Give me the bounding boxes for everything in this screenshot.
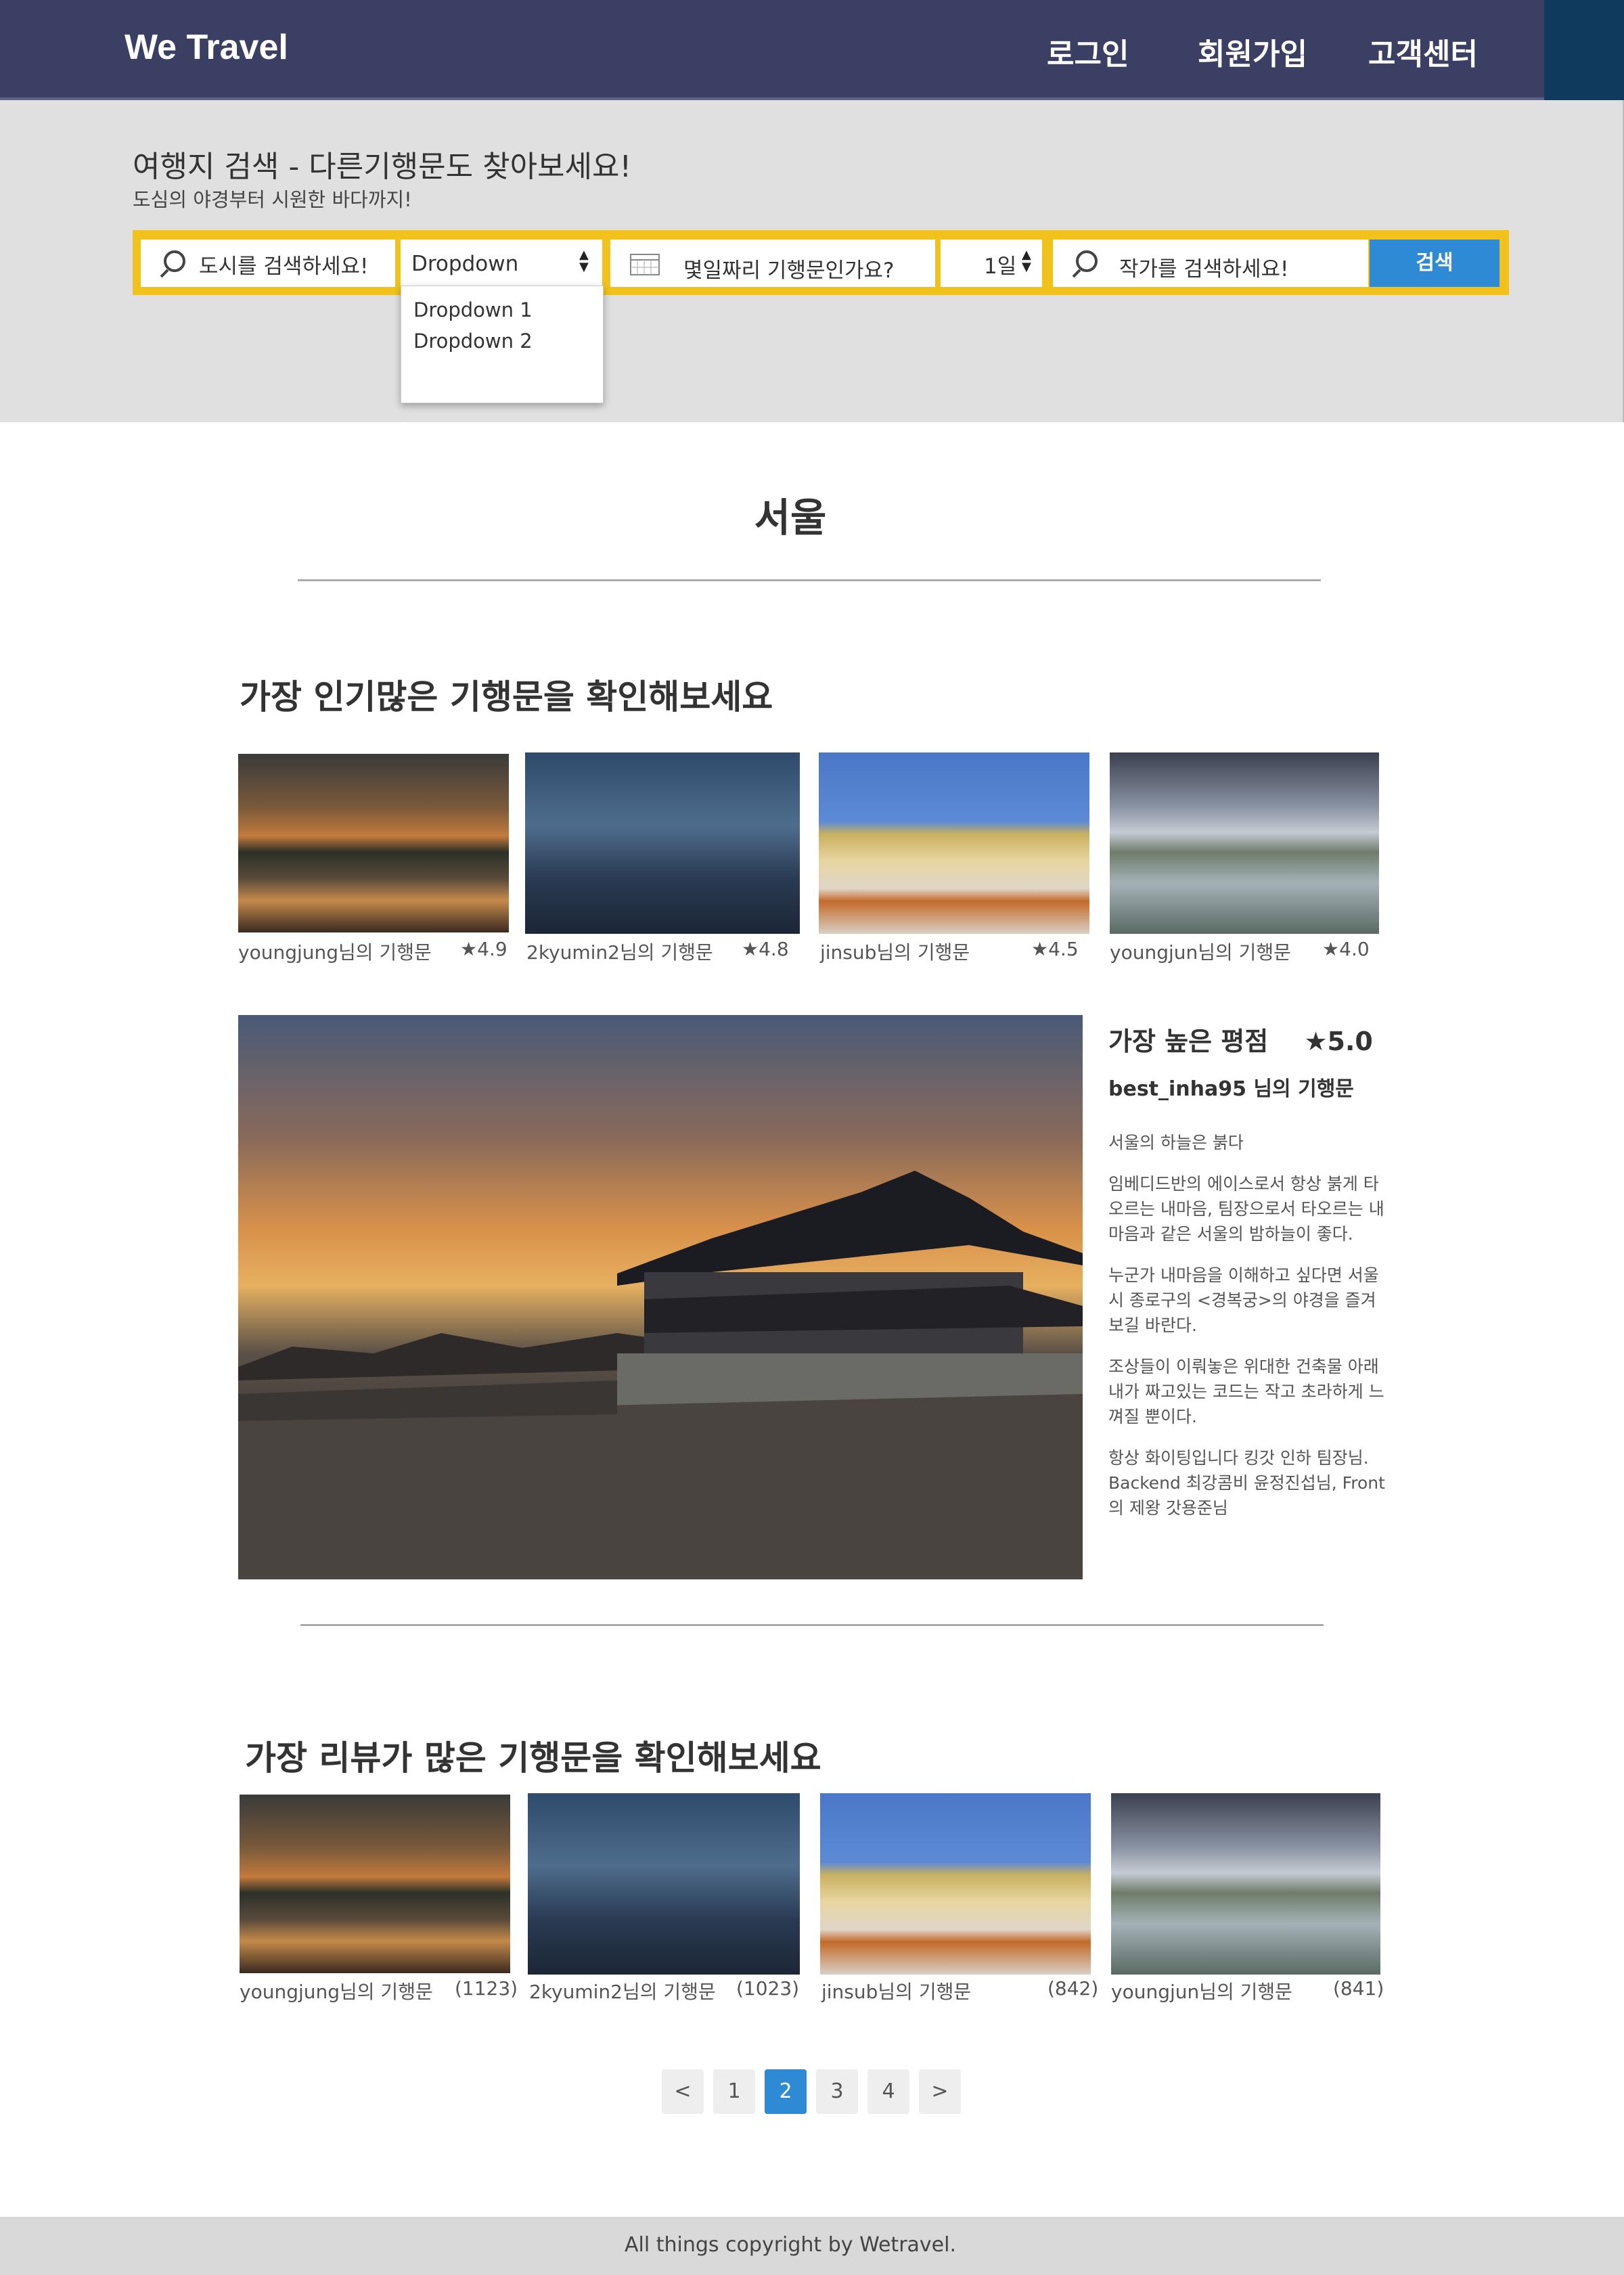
popular-author-2[interactable]: 2kyumin2님의 기행문	[526, 938, 713, 965]
city-search-placeholder: 도시를 검색하세요!	[199, 254, 369, 279]
search-subtitle: 도심의 야경부터 시원한 바다까지!	[133, 188, 412, 211]
best-paragraph: 항상 화이팅입니다 킹갓 인하 팀장님. Backend 최강콤비 윤정진섭님,…	[1108, 1448, 1385, 1518]
footer-copyright: All things copyright by Wetravel.	[625, 2233, 956, 2257]
days-placeholder: 몇일짜리 기행문인가요?	[683, 258, 895, 283]
dropdown-option-1[interactable]: Dropdown 1	[413, 298, 533, 321]
best-paragraph: 임베디드반의 에이스로서 항상 붉게 타오르는 내마음, 팀장으로서 타오르는 …	[1108, 1174, 1384, 1244]
review-thumb-1[interactable]	[240, 1795, 510, 1973]
popular-rating-2: ★4.8	[742, 938, 789, 960]
best-heading: 가장 높은 평점	[1108, 1027, 1269, 1056]
best-paragraph: 조상들이 이뤄놓은 위대한 건축물 아래 내가 짜고있는 코드는 작고 초라하게…	[1108, 1357, 1384, 1426]
nav-support[interactable]: 고객센터	[1368, 30, 1478, 73]
popular-section-title: 가장 인기많은 기행문을 확인해보세요	[240, 677, 773, 717]
stepper-icon[interactable]: ▲ ▼	[1022, 249, 1031, 273]
popular-author-3[interactable]: jinsub님의 기행문	[820, 938, 970, 965]
days-value: 1일	[984, 254, 1017, 279]
best-post-image[interactable]	[238, 1015, 1083, 1579]
review-author-1[interactable]: youngjung님의 기행문	[240, 1977, 433, 2004]
reviews-section-title: 가장 리뷰가 많은 기행문을 확인해보세요	[245, 1738, 821, 1778]
dropdown-menu: Dropdown 1 Dropdown 2	[401, 286, 604, 403]
dropdown-option-2[interactable]: Dropdown 2	[413, 330, 533, 353]
nav-signup[interactable]: 회원가입	[1198, 30, 1307, 73]
search-icon	[1076, 250, 1098, 272]
review-author-2[interactable]: 2kyumin2님의 기행문	[529, 1977, 716, 2004]
popular-thumb-3[interactable]	[819, 752, 1089, 934]
review-thumb-2[interactable]	[528, 1793, 800, 1975]
popular-author-1[interactable]: youngjung님의 기행문	[238, 938, 432, 965]
pagination-page-4[interactable]: 4	[867, 2069, 909, 2114]
popular-thumb-2[interactable]	[525, 752, 800, 934]
review-count-2: (1023)	[736, 1977, 800, 2000]
best-post-body: 서울의 하늘은 붉다 임베디드반의 에이스로서 항상 붉게 타오르는 내마음, …	[1108, 1130, 1386, 1537]
review-thumb-3[interactable]	[820, 1793, 1091, 1975]
best-paragraph: 누군가 내마음을 이해하고 싶다면 서울시 종로구의 <경복궁>의 야경을 즐겨…	[1108, 1265, 1379, 1335]
author-search-input[interactable]: 작가를 검색하세요!	[1053, 240, 1368, 287]
city-search-input[interactable]: 도시를 검색하세요!	[141, 240, 395, 287]
best-rating: ★5.0	[1304, 1027, 1373, 1056]
days-input[interactable]: 몇일짜리 기행문인가요?	[610, 240, 935, 287]
review-count-4: (841)	[1333, 1977, 1384, 2000]
pagination-page-2[interactable]: 2	[765, 2069, 807, 2114]
popular-rating-1: ★4.9	[460, 938, 508, 960]
pagination-page-1[interactable]: 1	[713, 2069, 755, 2114]
top-header: We Travel 로그인 회원가입 고객센터	[0, 0, 1624, 100]
nav-login[interactable]: 로그인	[1047, 30, 1129, 73]
review-author-3[interactable]: jinsub님의 기행문	[821, 1977, 971, 2004]
review-author-4[interactable]: youngjun님의 기행문	[1111, 1977, 1292, 2004]
pagination-next[interactable]: >	[919, 2069, 961, 2114]
popular-author-4[interactable]: youngjun님의 기행문	[1110, 938, 1291, 965]
search-button[interactable]: 검색	[1370, 240, 1499, 287]
pagination-prev[interactable]: <	[662, 2069, 704, 2114]
review-count-3: (842)	[1047, 1977, 1099, 2000]
header-edge	[1544, 0, 1624, 100]
dropdown-select[interactable]: Dropdown ▲ ▼	[401, 240, 602, 287]
best-paragraph: 서울의 하늘은 붉다	[1108, 1133, 1244, 1152]
popular-thumb-4[interactable]	[1110, 752, 1379, 934]
best-author[interactable]: best_inha95 님의 기행문	[1108, 1072, 1354, 1102]
calendar-icon	[630, 254, 660, 275]
footer: All things copyright by Wetravel.	[0, 2217, 1624, 2275]
divider	[298, 579, 1321, 581]
popular-rating-3: ★4.5	[1031, 938, 1079, 960]
review-count-1: (1123)	[455, 1977, 518, 2000]
popular-rating-4: ★4.0	[1322, 938, 1370, 960]
popular-thumb-1[interactable]	[238, 754, 509, 932]
chevron-updown-icon: ▲ ▼	[579, 248, 589, 274]
city-title: 서울	[754, 495, 827, 541]
days-stepper[interactable]: 1일 ▲ ▼	[941, 240, 1042, 287]
author-search-placeholder: 작가를 검색하세요!	[1119, 257, 1289, 281]
search-title: 여행지 검색 - 다른기행문도 찾아보세요!	[133, 150, 632, 184]
pagination-page-3[interactable]: 3	[816, 2069, 858, 2114]
divider	[300, 1624, 1324, 1626]
best-rating-heading: 가장 높은 평점 ★5.0	[1108, 1020, 1373, 1058]
dropdown-value: Dropdown	[411, 252, 519, 276]
palace-illustration	[238, 1171, 1083, 1579]
site-logo[interactable]: We Travel	[125, 27, 288, 68]
review-thumb-4[interactable]	[1111, 1793, 1380, 1975]
search-icon	[164, 250, 185, 272]
